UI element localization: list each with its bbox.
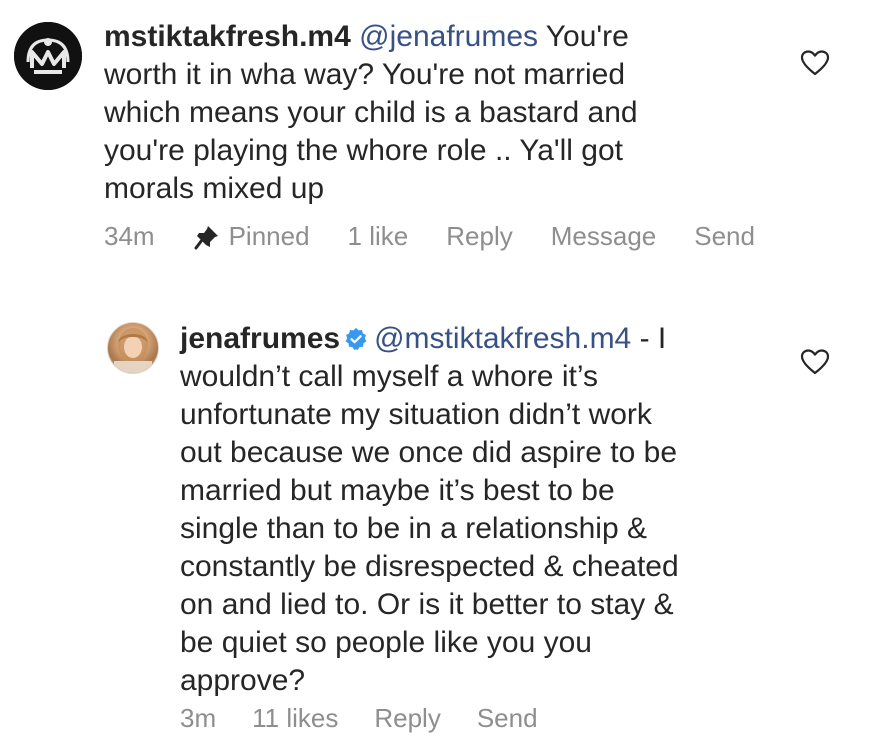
- comment-body: jenafrumes @mstiktakfresh.m4 - I wouldn’…: [180, 320, 770, 700]
- comment-username[interactable]: mstiktakfresh.m4: [104, 20, 351, 53]
- comment-mention[interactable]: @jenafrumes: [359, 20, 538, 53]
- send-button[interactable]: Send: [694, 221, 755, 252]
- comment-meta-row: 34m Pinned 1 like Reply Message Send: [104, 221, 755, 252]
- pinned-label: Pinned: [228, 221, 310, 251]
- comment-meta-row: 3m 11 likes Reply Send: [180, 703, 538, 734]
- m4-logo-icon: [14, 22, 82, 90]
- send-button[interactable]: Send: [477, 703, 538, 734]
- avatar[interactable]: [107, 322, 159, 374]
- pin-icon: [194, 225, 218, 249]
- profile-photo: [114, 328, 152, 373]
- verified-badge-icon: [345, 328, 367, 350]
- comment-username[interactable]: jenafrumes: [180, 322, 340, 355]
- reply-button[interactable]: Reply: [374, 703, 440, 734]
- reply-button[interactable]: Reply: [446, 221, 512, 252]
- like-heart-icon[interactable]: [800, 348, 830, 376]
- message-button[interactable]: Message: [551, 221, 657, 252]
- comment-time: 3m: [180, 703, 217, 733]
- comment-time: 34m: [104, 221, 155, 251]
- likes-count[interactable]: 11 likes: [252, 703, 338, 734]
- likes-count[interactable]: 1 like: [348, 221, 409, 252]
- comment-text: - I wouldn’t call myself a whore it’s un…: [180, 322, 679, 697]
- pinned-indicator: Pinned: [193, 221, 310, 252]
- comment-body: mstiktakfresh.m4 @jenafrumes You're wort…: [104, 18, 724, 208]
- avatar[interactable]: [14, 22, 82, 90]
- like-heart-icon[interactable]: [800, 49, 830, 77]
- comment-mention[interactable]: @mstiktakfresh.m4: [374, 322, 631, 355]
